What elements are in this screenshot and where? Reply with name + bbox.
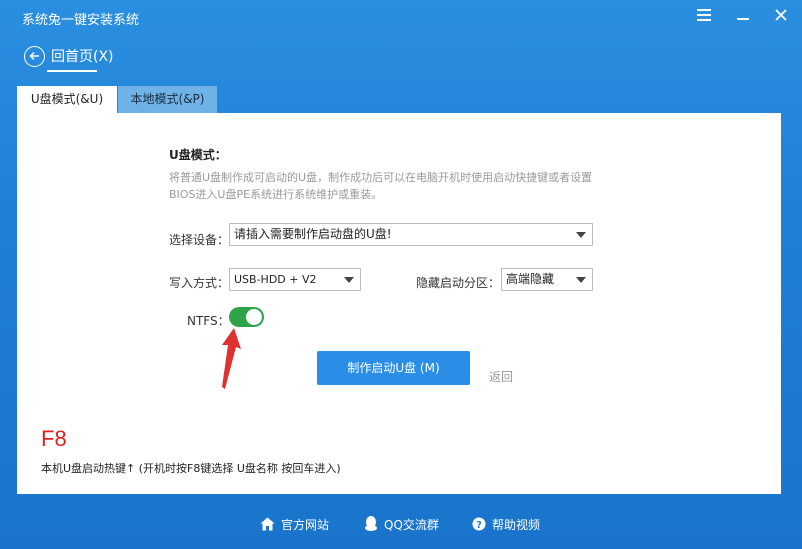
- chevron-down-icon: [576, 277, 586, 283]
- minimize-icon[interactable]: [733, 6, 753, 26]
- footer-official-site-label: 官方网站: [281, 517, 330, 532]
- tab-usb-mode[interactable]: U盘模式(&U): [17, 86, 117, 113]
- device-label: 选择设备：: [169, 233, 230, 247]
- hidden-partition-value: 高端隐藏: [506, 272, 555, 286]
- write-mode-select[interactable]: USB-HDD + V2: [229, 268, 361, 291]
- device-select-value: 请插入需要制作启动盘的U盘!: [234, 227, 392, 241]
- help-icon: ?: [472, 517, 486, 531]
- footer-qq-group-label: QQ交流群: [384, 517, 439, 532]
- section-description: 将普通U盘制作成可启动的U盘，制作成功后可以在电脑开机时使用启动快捷键或者设置B…: [169, 171, 593, 201]
- back-home-button[interactable]: 回首页(X): [24, 44, 114, 68]
- footer-qq-group[interactable]: QQ交流群: [364, 515, 439, 533]
- write-mode-value: USB-HDD + V2: [234, 273, 317, 286]
- device-select[interactable]: 请插入需要制作启动盘的U盘!: [229, 223, 593, 246]
- return-link[interactable]: 返回: [489, 368, 513, 385]
- home-icon: [260, 517, 275, 531]
- back-underline: [47, 70, 97, 72]
- write-mode-label: 写入方式：: [169, 276, 230, 290]
- make-boot-usb-button[interactable]: 制作启动U盘 (M): [317, 351, 470, 385]
- menu-icon[interactable]: [694, 6, 714, 26]
- chevron-down-icon: [576, 232, 586, 238]
- back-home-label: 回首页(X): [51, 49, 114, 65]
- hotkey-description: 本机U盘启动热键↑ (开机时按F8键选择 U盘名称 按回车进入): [41, 462, 341, 475]
- footer-help-video[interactable]: ? 帮助视频: [472, 515, 540, 533]
- hotkey-title: F8: [41, 426, 67, 451]
- ntfs-toggle[interactable]: [229, 307, 264, 327]
- title-bar: 系统兔一键安装系统: [0, 0, 802, 34]
- qq-icon: [364, 516, 378, 532]
- footer-official-site[interactable]: 官方网站: [260, 515, 329, 533]
- close-icon[interactable]: [771, 6, 791, 26]
- tab-local-mode[interactable]: 本地模式(&P): [118, 86, 217, 113]
- section-title: U盘模式：: [169, 148, 227, 162]
- annotation-arrow-icon: [222, 328, 241, 389]
- hidden-partition-label: 隐藏启动分区：: [416, 276, 501, 290]
- hidden-partition-select[interactable]: 高端隐藏: [501, 268, 593, 291]
- footer-help-video-label: 帮助视频: [492, 517, 541, 532]
- back-arrow-icon: [24, 45, 45, 67]
- chevron-down-icon: [344, 277, 354, 283]
- window-title: 系统兔一键安装系统: [22, 13, 140, 28]
- toggle-knob: [246, 309, 262, 325]
- svg-text:?: ?: [476, 520, 482, 531]
